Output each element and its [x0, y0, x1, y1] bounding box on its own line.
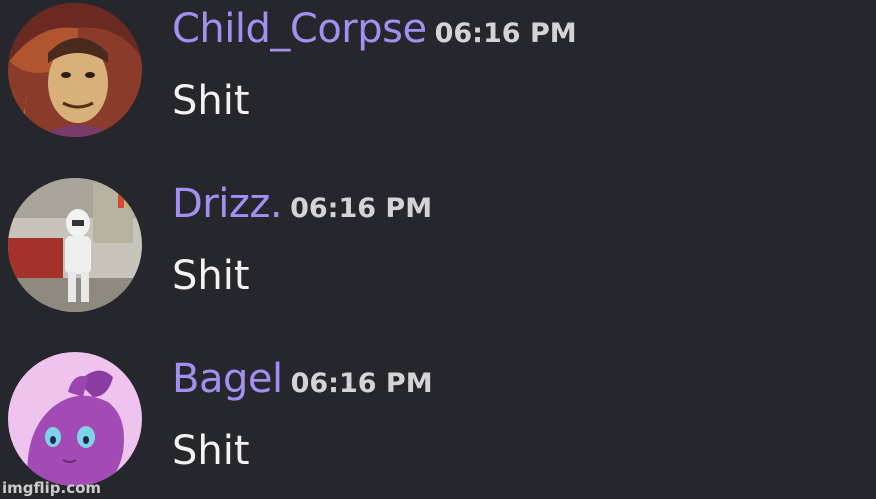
message-header: Drizz. 06:16 PM — [172, 181, 432, 227]
avatar-photo-icon — [8, 178, 142, 312]
watermark: imgflip.com — [2, 479, 102, 497]
chat-message: Child_Corpse 06:16 PM Shit — [0, 0, 876, 150]
chat-message: Drizz. 06:16 PM Shit — [0, 175, 876, 325]
message-header: Bagel 06:16 PM — [172, 356, 433, 402]
timestamp: 06:16 PM — [290, 193, 433, 224]
chat-message-list: Child_Corpse06:16 PM Shit Drizz.06:16 — [0, 0, 876, 499]
user-avatar-child-corpse[interactable] — [8, 3, 142, 137]
timestamp: 06:16 PM — [290, 368, 433, 399]
message-text: Shit — [172, 428, 250, 474]
message-text: Shit — [172, 78, 250, 124]
user-avatar-drizz[interactable] — [8, 178, 142, 312]
user-avatar-bagel[interactable] — [8, 352, 142, 486]
message-text: Shit — [172, 253, 250, 299]
username[interactable]: Drizz. — [172, 181, 283, 227]
avatar-pony-icon — [8, 352, 142, 486]
username[interactable]: Bagel — [172, 356, 283, 402]
timestamp: 06:16 PM — [434, 18, 577, 49]
chat-message: Bagel 06:16 PM Shit — [0, 350, 876, 499]
message-header: Child_Corpse 06:16 PM — [172, 6, 577, 52]
username[interactable]: Child_Corpse — [172, 6, 427, 52]
avatar-illustration-icon — [8, 3, 142, 137]
